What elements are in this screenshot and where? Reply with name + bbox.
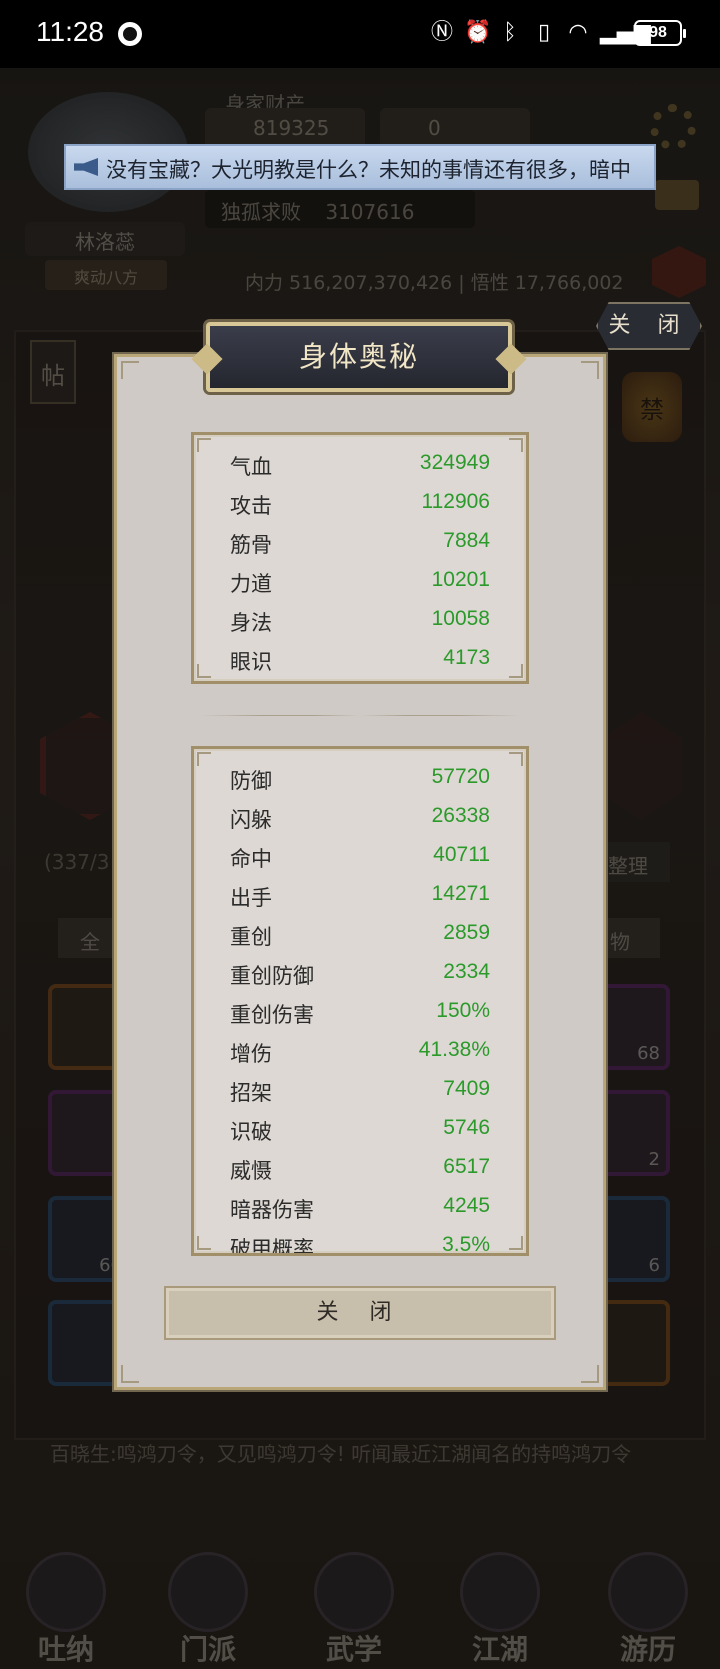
- stat-row: 闪躲 26338: [194, 798, 526, 837]
- stat-row: 力道 10201: [194, 562, 526, 601]
- megaphone-icon: [74, 158, 98, 176]
- stat-row: 出手 14271: [194, 876, 526, 915]
- stat-label: 招架: [230, 1081, 272, 1105]
- stat-value: 4173: [443, 646, 490, 669]
- corner-ornament: [197, 752, 211, 766]
- stat-value: 4245: [443, 1194, 490, 1217]
- corner-ornament: [121, 361, 139, 379]
- stat-row: 重创伤害 150%: [194, 993, 526, 1032]
- stat-label: 命中: [230, 847, 272, 871]
- stat-label: 筋骨: [230, 533, 272, 557]
- stat-row: 筋骨 7884: [194, 523, 526, 562]
- nfc-icon: Ⓝ: [430, 20, 453, 45]
- signal-icon: ▂▄▆: [600, 20, 651, 45]
- stat-label: 破甲概率: [230, 1237, 314, 1256]
- stat-row: 防御 57720: [194, 759, 526, 798]
- status-icons: Ⓝ ⏰ ᛒ ▯ ◠ ▂▄▆ 98: [430, 20, 686, 46]
- stat-label: 攻击: [230, 494, 272, 518]
- status-bar: 11:28 Ⓝ ⏰ ᛒ ▯ ◠ ▂▄▆ 98: [0, 0, 720, 68]
- stat-row: 眼识 4173: [194, 640, 526, 679]
- corner-ornament: [197, 664, 211, 678]
- announcement-marquee: 没有宝藏？大光明教是什么？未知的事情还有很多，暗中: [64, 144, 656, 190]
- stat-value: 150%: [436, 999, 490, 1022]
- stat-label: 眼识: [230, 650, 272, 674]
- stat-row: 威慑 6517: [194, 1149, 526, 1188]
- stat-label: 出手: [230, 886, 272, 910]
- close-button[interactable]: 关 闭: [164, 1286, 556, 1340]
- stat-label: 气血: [230, 455, 272, 479]
- stat-value: 7409: [443, 1077, 490, 1100]
- stat-value: 2334: [443, 960, 490, 983]
- corner-ornament: [509, 752, 523, 766]
- stat-label: 力道: [230, 572, 272, 596]
- stat-value: 10201: [431, 568, 490, 591]
- stat-label: 增伤: [230, 1042, 272, 1066]
- stat-value: 3.5%: [442, 1233, 490, 1256]
- stat-value: 2859: [443, 921, 490, 944]
- base-stats-list: 气血 324949 攻击 112906 筋骨 7884 力道 10201 身法 10058 眼识 41…: [194, 445, 526, 679]
- bluetooth-icon: ᛒ: [503, 20, 517, 45]
- stat-label: 防御: [230, 769, 272, 793]
- stat-row: 重创 2859: [194, 915, 526, 954]
- corner-ornament: [581, 1365, 599, 1383]
- dialog-title: 身体奥秘: [206, 322, 512, 392]
- stat-row: 重创防御 2334: [194, 954, 526, 993]
- app-notification-icon: [118, 22, 142, 46]
- corner-ornament: [197, 1236, 211, 1250]
- section-divider: [200, 712, 520, 720]
- corner-ornament: [509, 1236, 523, 1250]
- stat-row: 暗器伤害 4245: [194, 1188, 526, 1227]
- stat-label: 威慑: [230, 1159, 272, 1183]
- stat-value: 41.38%: [418, 1038, 490, 1061]
- stat-row: 识破 5746: [194, 1110, 526, 1149]
- stat-label: 重创: [230, 925, 272, 949]
- corner-ornament: [121, 1365, 139, 1383]
- stat-label: 身法: [230, 611, 272, 635]
- stat-value: 6517: [443, 1155, 490, 1178]
- stat-label: 识破: [230, 1120, 272, 1144]
- stat-value: 10058: [431, 607, 490, 630]
- stat-label: 闪躲: [230, 808, 272, 832]
- stat-value: 112906: [421, 490, 490, 513]
- alarm-icon: ⏰: [464, 20, 492, 45]
- stat-row: 命中 40711: [194, 837, 526, 876]
- stat-row: 身法 10058: [194, 601, 526, 640]
- stat-row: 攻击 112906: [194, 484, 526, 523]
- vibrate-icon: ▯: [537, 20, 551, 45]
- stat-label: 暗器伤害: [230, 1198, 314, 1222]
- stat-value: 5746: [443, 1116, 490, 1139]
- corner-ornament: [509, 438, 523, 452]
- corner-ornament: [197, 438, 211, 452]
- stat-label: 重创伤害: [230, 1003, 314, 1027]
- stat-value: 324949: [419, 451, 490, 474]
- marquee-text: 没有宝藏？大光明教是什么？未知的事情还有很多，暗中: [106, 158, 631, 182]
- wifi-icon: ◠: [568, 20, 588, 45]
- stat-row: 增伤 41.38%: [194, 1032, 526, 1071]
- stat-row: 招架 7409: [194, 1071, 526, 1110]
- corner-ornament: [509, 664, 523, 678]
- panel-close-button[interactable]: 关 闭: [596, 302, 702, 350]
- stat-value: 14271: [431, 882, 490, 905]
- battery-indicator: 98: [634, 20, 686, 46]
- combat-stats-box[interactable]: 防御 57720 闪躲 26338 命中 40711 出手 14271 重创 2859 重创防御 23…: [191, 746, 529, 1256]
- stat-value: 57720: [431, 765, 490, 788]
- stat-value: 7884: [443, 529, 490, 552]
- stat-row: 破甲概率 3.5%: [194, 1227, 526, 1256]
- stat-row: 气血 324949: [194, 445, 526, 484]
- corner-ornament: [581, 361, 599, 379]
- combat-stats-list[interactable]: 防御 57720 闪躲 26338 命中 40711 出手 14271 重创 2859 重创防御 23…: [194, 759, 526, 1256]
- base-stats-box: 气血 324949 攻击 112906 筋骨 7884 力道 10201 身法 10058 眼识 41…: [191, 432, 529, 684]
- status-time: 11:28: [36, 16, 104, 47]
- stat-value: 40711: [433, 843, 490, 866]
- stat-label: 重创防御: [230, 964, 314, 988]
- stat-value: 26338: [431, 804, 490, 827]
